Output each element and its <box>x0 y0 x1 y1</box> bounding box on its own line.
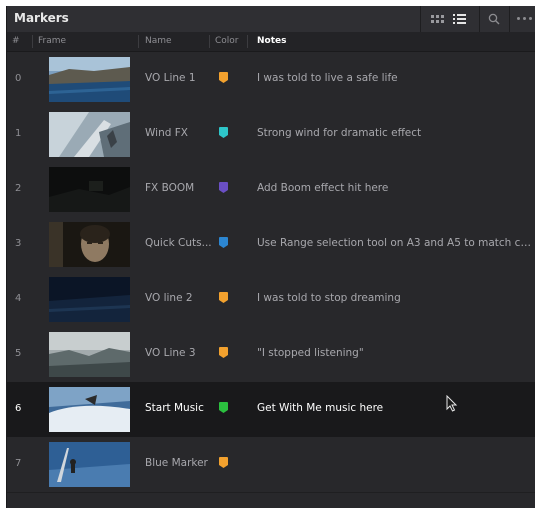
mouse-cursor-icon <box>446 395 458 412</box>
marker-index: 2 <box>15 183 22 194</box>
toolbar-divider <box>479 6 480 32</box>
marker-note[interactable]: I was told to live a safe life <box>257 72 535 84</box>
column-header-row: # Frame Name Color Notes <box>7 32 535 52</box>
marker-note[interactable]: I was told to stop dreaming <box>257 292 535 304</box>
options-group <box>513 9 535 28</box>
marker-color-flag-icon[interactable] <box>219 402 228 413</box>
marker-thumbnail <box>49 387 130 432</box>
marker-color-flag-icon[interactable] <box>219 72 228 83</box>
toolbar-divider <box>420 6 421 32</box>
marker-thumbnail <box>49 277 130 322</box>
more-options-button[interactable] <box>513 9 535 28</box>
marker-name: Start Music <box>145 402 204 414</box>
column-header-notes[interactable]: Notes <box>257 36 286 46</box>
grid-view-button[interactable] <box>426 9 448 28</box>
marker-thumbnail <box>49 57 130 102</box>
panel-titlebar: Markers <box>7 6 535 33</box>
marker-index: 7 <box>15 458 22 469</box>
marker-thumbnail <box>49 112 130 157</box>
search-group <box>483 9 505 28</box>
marker-note[interactable]: Add Boom effect hit here <box>257 182 535 194</box>
marker-color-flag-icon[interactable] <box>219 237 228 248</box>
list-view-icon <box>452 13 466 24</box>
marker-color-flag-icon[interactable] <box>219 182 228 193</box>
marker-row[interactable]: 0 VO Line 1 I was told to live a safe li… <box>7 52 535 108</box>
marker-name: Quick Cuts... <box>145 237 212 249</box>
marker-index: 3 <box>15 238 22 249</box>
column-header-frame[interactable]: Frame <box>38 36 66 46</box>
marker-color-flag-icon[interactable] <box>219 457 228 468</box>
search-icon <box>488 13 500 24</box>
more-options-icon <box>516 17 532 20</box>
marker-color-flag-icon[interactable] <box>219 292 228 303</box>
marker-name: VO Line 3 <box>145 347 196 359</box>
marker-row[interactable]: 4 VO line 2 I was told to stop dreaming <box>7 272 535 328</box>
marker-name: Wind FX <box>145 127 188 139</box>
marker-row[interactable]: 1 Wind FX Strong wind for dramatic effec… <box>7 107 535 163</box>
marker-index: 6 <box>15 403 22 414</box>
list-view-button[interactable] <box>448 9 470 28</box>
marker-note[interactable]: Use Range selection tool on A3 and A5 to… <box>257 237 535 249</box>
marker-row[interactable]: 2 FX BOOM Add Boom effect hit here <box>7 162 535 218</box>
marker-row[interactable]: 3 Quick Cuts... Use Range selection tool… <box>7 217 535 273</box>
marker-index: 0 <box>15 73 22 84</box>
marker-note[interactable]: Get With Me music here <box>257 402 535 414</box>
marker-name: FX BOOM <box>145 182 195 194</box>
marker-thumbnail <box>49 222 130 267</box>
marker-color-flag-icon[interactable] <box>219 127 228 138</box>
column-divider[interactable] <box>209 35 210 48</box>
marker-note[interactable]: Strong wind for dramatic effect <box>257 127 535 139</box>
column-header-color[interactable]: Color <box>215 36 239 46</box>
marker-index: 4 <box>15 293 22 304</box>
column-header-index[interactable]: # <box>12 36 20 46</box>
marker-name: VO Line 1 <box>145 72 196 84</box>
marker-color-flag-icon[interactable] <box>219 347 228 358</box>
column-divider[interactable] <box>247 35 248 48</box>
marker-index: 5 <box>15 348 22 359</box>
markers-panel: Markers # Frame Name Color Notes 0 VO Li… <box>6 6 535 508</box>
marker-name: Blue Marker <box>145 457 208 469</box>
column-header-name[interactable]: Name <box>145 36 172 46</box>
marker-name: VO line 2 <box>145 292 193 304</box>
grid-view-icon <box>430 14 444 23</box>
marker-thumbnail <box>49 332 130 377</box>
marker-row[interactable]: 5 VO Line 3 "I stopped listening" <box>7 327 535 383</box>
marker-index: 1 <box>15 128 22 139</box>
view-toggle-group <box>426 9 470 28</box>
marker-thumbnail <box>49 442 130 487</box>
marker-thumbnail <box>49 167 130 212</box>
column-divider[interactable] <box>32 35 33 48</box>
panel-title: Markers <box>14 11 69 25</box>
search-button[interactable] <box>483 9 505 28</box>
marker-row[interactable]: 7 Blue Marker <box>7 437 535 493</box>
marker-note[interactable]: "I stopped listening" <box>257 347 535 359</box>
column-divider[interactable] <box>138 35 139 48</box>
toolbar-divider <box>509 6 510 32</box>
